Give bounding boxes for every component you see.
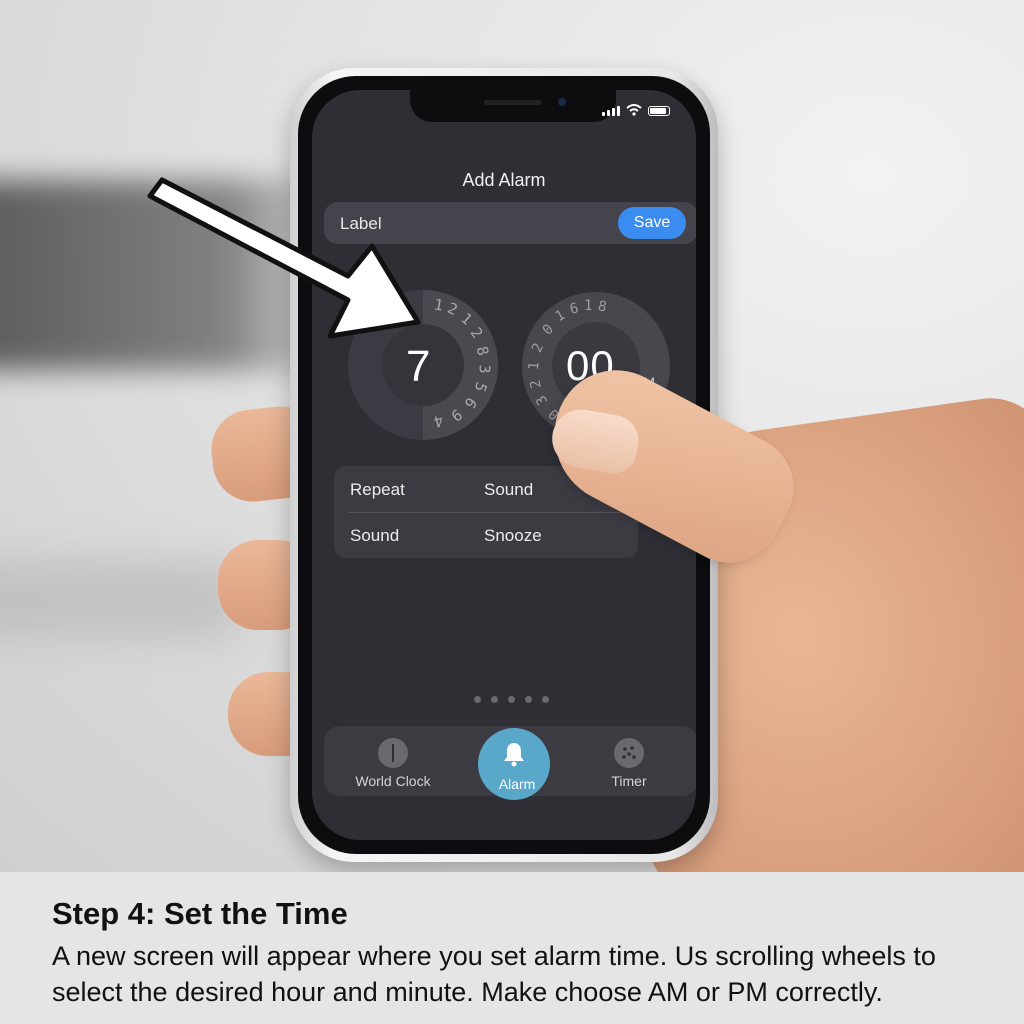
tab-world-clock[interactable]: World Clock [338, 726, 448, 796]
tab-bar: World Clock Alarm Timer [324, 726, 696, 800]
blurred-background-object [0, 180, 340, 370]
tab-label: Timer [611, 773, 647, 789]
option-sound[interactable]: Sound [350, 526, 399, 546]
tab-label: World Clock [355, 773, 431, 789]
minute-tick: 6 [568, 300, 581, 318]
world-clock-icon [378, 738, 408, 768]
page-dot [474, 696, 481, 703]
page-dot [525, 696, 532, 703]
caption-body: A new screen will appear where you set a… [52, 941, 936, 1007]
page-dot [542, 696, 549, 703]
tab-label: Alarm [498, 776, 536, 792]
minute-tick: 1 [584, 298, 593, 314]
minute-tick: 1 [552, 306, 568, 326]
caption-title: Step 4: Set the Time [52, 896, 348, 931]
minute-tick: 2 [527, 378, 545, 390]
hour-selected-value: 7 [406, 342, 431, 391]
minute-tick: 0 [539, 321, 557, 339]
notch [410, 90, 616, 122]
page-dot [491, 696, 498, 703]
hour-tick: 3 [475, 364, 494, 374]
option-repeat[interactable]: Repeat [350, 480, 405, 500]
page-indicator [474, 696, 549, 703]
instruction-caption: Step 4: Set the Time A new screen will a… [0, 872, 1024, 1024]
wifi-icon [626, 104, 642, 116]
bell-icon [504, 743, 524, 767]
option-snooze[interactable]: Snooze [484, 526, 542, 546]
tab-alarm[interactable]: Alarm [466, 726, 576, 800]
option-sound[interactable]: Sound [484, 480, 533, 500]
status-bar [602, 104, 670, 116]
divider [348, 512, 638, 513]
page-dot [508, 696, 515, 703]
minute-tick: 3 [533, 392, 552, 408]
timer-icon [614, 738, 644, 768]
save-button[interactable]: Save [618, 207, 686, 239]
minute-tick: 1 [525, 361, 543, 371]
minute-tick: 2 [529, 340, 548, 356]
hour-picker-wheel[interactable]: 7 1 2 1 2 8 3 5 6 9 4 [348, 290, 498, 440]
label-field-text: Label [340, 214, 382, 233]
minute-tick: 8 [596, 298, 609, 316]
blurred-background-object [0, 560, 240, 640]
signal-icon [602, 106, 620, 116]
battery-icon [648, 106, 670, 116]
screen-title: Add Alarm [462, 170, 546, 190]
label-field[interactable]: Label Save [324, 202, 696, 244]
photo-background: Add Alarm Label Save 7 1 2 1 2 8 3 5 6 9… [0, 0, 1024, 872]
tab-timer[interactable]: Timer [574, 726, 684, 796]
